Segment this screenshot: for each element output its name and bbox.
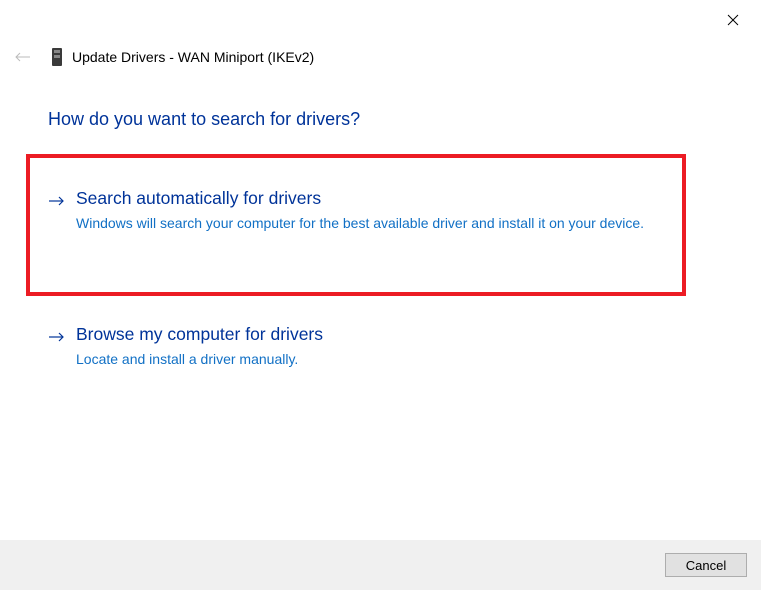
option-description: Locate and install a driver manually. xyxy=(76,350,323,369)
option-search-automatically[interactable]: Search automatically for drivers Windows… xyxy=(48,187,644,233)
close-icon xyxy=(727,14,739,26)
arrow-right-icon xyxy=(48,327,66,347)
option-content: Search automatically for drivers Windows… xyxy=(76,187,644,233)
back-button[interactable] xyxy=(14,48,32,66)
option-title: Browse my computer for drivers xyxy=(76,323,323,346)
main-heading: How do you want to search for drivers? xyxy=(48,109,360,130)
header-row: Update Drivers - WAN Miniport (IKEv2) xyxy=(14,48,314,66)
window-title: Update Drivers - WAN Miniport (IKEv2) xyxy=(72,49,314,65)
footer-bar: Cancel xyxy=(0,540,761,590)
option-description: Windows will search your computer for th… xyxy=(76,214,644,233)
option-title: Search automatically for drivers xyxy=(76,187,644,210)
close-button[interactable] xyxy=(723,10,743,30)
option-browse-computer[interactable]: Browse my computer for drivers Locate an… xyxy=(48,323,323,369)
back-arrow-icon xyxy=(15,52,31,62)
option-content: Browse my computer for drivers Locate an… xyxy=(76,323,323,369)
arrow-right-icon xyxy=(48,191,66,211)
cancel-button[interactable]: Cancel xyxy=(665,553,747,577)
device-icon xyxy=(52,48,62,66)
cancel-button-label: Cancel xyxy=(686,558,726,573)
